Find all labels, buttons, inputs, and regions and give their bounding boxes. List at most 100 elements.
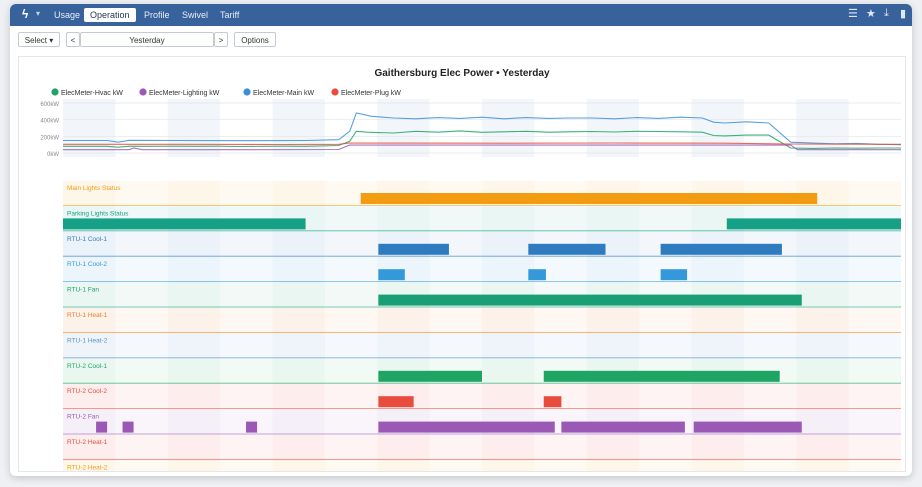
timeline-label: RTU-2 Heat-1 xyxy=(67,439,108,446)
timeline-band xyxy=(377,206,429,231)
timeline-band xyxy=(587,435,639,460)
timeline-band xyxy=(796,283,848,308)
status-segment xyxy=(122,421,134,433)
timeline-band xyxy=(168,308,220,333)
timeline-band xyxy=(796,333,848,358)
timeline-band xyxy=(273,308,325,333)
app-window: ϟ ▾ Usage Operation Profile Swivel Tarif… xyxy=(10,4,912,476)
timeline-band xyxy=(692,257,744,282)
timeline-band xyxy=(587,333,639,358)
timeline-band xyxy=(587,308,639,333)
timeline-band xyxy=(796,359,848,384)
timeline-band xyxy=(482,308,534,333)
status-segment xyxy=(378,370,482,382)
status-segment xyxy=(246,421,258,433)
timeline-band xyxy=(273,435,325,460)
timeline-band xyxy=(273,460,325,471)
legend-marker xyxy=(243,88,251,96)
status-segment xyxy=(378,269,405,281)
timeline-band xyxy=(482,257,534,282)
status-segment xyxy=(360,193,818,204)
y-tick-label: 0kW xyxy=(47,152,59,158)
menu-icon[interactable]: ☰ xyxy=(848,7,858,20)
status-segment xyxy=(528,269,546,281)
legend-marker xyxy=(331,88,339,96)
timeline-band xyxy=(168,257,220,282)
status-segment xyxy=(378,294,802,306)
next-date-button[interactable]: > xyxy=(214,32,228,47)
status-segment xyxy=(561,421,685,433)
timeline-band xyxy=(796,308,848,333)
chart-band xyxy=(63,99,116,157)
chart-band xyxy=(167,99,221,157)
status-segment xyxy=(543,396,562,408)
download-icon[interactable]: ⤓ xyxy=(884,7,889,20)
timeline-band xyxy=(168,410,220,435)
tab-swivel[interactable]: Swivel xyxy=(176,8,214,22)
timeline-band xyxy=(796,257,848,282)
y-tick-label: 200kW xyxy=(40,135,59,141)
timeline-band xyxy=(273,410,325,435)
timeline-label: RTU-1 Cool-1 xyxy=(67,236,107,243)
prev-date-button[interactable]: < xyxy=(66,32,80,47)
timeline-band xyxy=(482,333,534,358)
options-button[interactable]: Options xyxy=(234,32,276,47)
panel-icon[interactable]: ▮ xyxy=(900,7,906,20)
y-tick-label: 400kW xyxy=(40,119,59,125)
top-nav-bar: ϟ ▾ Usage Operation Profile Swivel Tarif… xyxy=(10,4,912,26)
chart-title: Gaithersburg Elec Power • Yesterday xyxy=(374,68,549,79)
timeline-band xyxy=(796,435,848,460)
chart-canvas: Gaithersburg Elec Power • Yesterday ElecM… xyxy=(40,68,902,471)
star-icon[interactable]: ★ xyxy=(866,7,876,20)
timeline-row xyxy=(63,435,901,461)
timeline-label: RTU-1 Heat-1 xyxy=(67,312,108,319)
status-segment xyxy=(660,269,688,281)
timeline-band xyxy=(168,435,220,460)
timeline-band xyxy=(796,384,848,409)
timeline-band xyxy=(168,333,220,358)
tab-usage[interactable]: Usage xyxy=(48,8,86,22)
bolt-logo-icon[interactable]: ϟ xyxy=(22,7,28,21)
timeline-band xyxy=(587,384,639,409)
timeline-label: Main Lights Status xyxy=(67,185,121,192)
date-range-field[interactable]: Yesterday xyxy=(80,32,214,47)
timeline-row xyxy=(63,384,901,410)
timeline-band xyxy=(482,206,534,231)
timeline-band xyxy=(377,308,429,333)
status-segment xyxy=(693,421,802,433)
timeline-label: RTU-1 Fan xyxy=(67,287,99,294)
tab-profile[interactable]: Profile xyxy=(138,8,176,22)
timeline-band xyxy=(168,181,220,206)
chevron-down-icon[interactable]: ▾ xyxy=(36,9,40,18)
timeline-band xyxy=(482,232,534,257)
timeline-band xyxy=(168,359,220,384)
chart-band xyxy=(377,99,430,157)
timeline-band xyxy=(692,384,744,409)
timeline-band xyxy=(482,359,534,384)
timeline-band xyxy=(796,232,848,257)
timeline-band xyxy=(377,333,429,358)
timeline-band xyxy=(796,460,848,471)
timeline-band xyxy=(273,257,325,282)
timeline-band xyxy=(692,435,744,460)
timeline-row xyxy=(63,333,901,359)
legend-label: ElecMeter-Main kW xyxy=(253,90,314,97)
tab-operation[interactable]: Operation xyxy=(84,8,136,22)
status-segment xyxy=(660,243,782,255)
timeline-label: RTU-1 Heat-2 xyxy=(67,337,108,344)
timeline-band xyxy=(692,308,744,333)
toolbar: Select ▾ < Yesterday > Options xyxy=(10,30,912,50)
status-segment xyxy=(378,243,449,255)
tab-tariff[interactable]: Tariff xyxy=(214,8,245,22)
select-dropdown[interactable]: Select ▾ xyxy=(18,32,60,47)
timeline-band xyxy=(273,181,325,206)
chart-band xyxy=(272,99,325,157)
timeline-band xyxy=(377,460,429,471)
timeline-band xyxy=(377,435,429,460)
legend-label: ElecMeter-Hvac kW xyxy=(61,90,123,97)
timeline-band xyxy=(482,460,534,471)
timeline-label: RTU-1 Cool-2 xyxy=(67,261,107,268)
status-segment xyxy=(726,218,901,230)
legend-label: ElecMeter-Plug kW xyxy=(341,90,401,97)
timeline-band xyxy=(796,410,848,435)
